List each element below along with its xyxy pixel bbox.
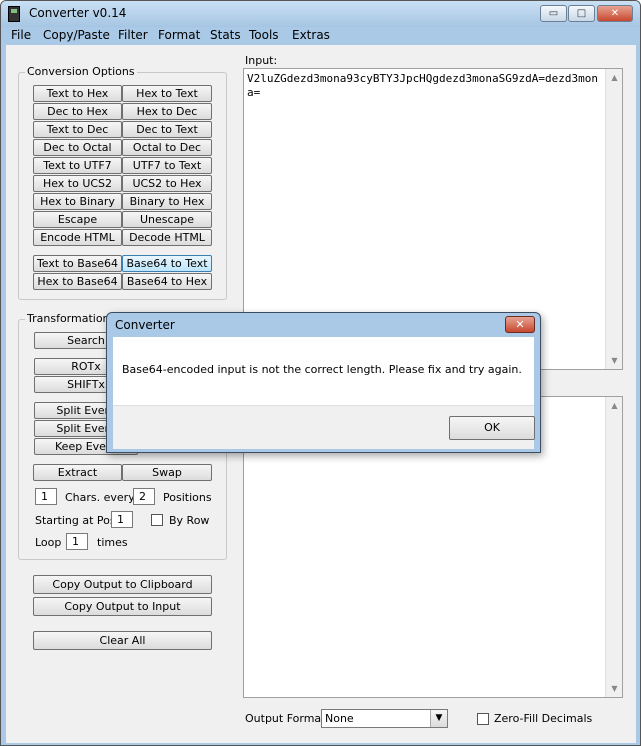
- menu-extras[interactable]: Extras: [292, 28, 330, 42]
- hex-to-text-button[interactable]: Hex to Text: [122, 85, 212, 102]
- dialog-title: Converter: [115, 318, 175, 332]
- by-row-label: By Row: [169, 514, 210, 527]
- scroll-up-icon[interactable]: ▲: [606, 69, 623, 86]
- base64-to-text-button[interactable]: Base64 to Text: [122, 255, 212, 272]
- base64-to-hex-button[interactable]: Base64 to Hex: [122, 273, 212, 290]
- conversion-options-legend: Conversion Options: [25, 65, 137, 78]
- title-bar: Converter v0.14 ▭ □ ✕: [1, 1, 640, 27]
- decode-html-button[interactable]: Decode HTML: [122, 229, 212, 246]
- output-format-select[interactable]: None ▼: [321, 709, 448, 728]
- scroll-down-icon[interactable]: ▼: [606, 352, 623, 369]
- menu-tools[interactable]: Tools: [249, 28, 279, 42]
- loop-count-input[interactable]: 1: [66, 533, 88, 550]
- maximize-button[interactable]: □: [568, 5, 595, 22]
- hex-to-dec-button[interactable]: Hex to Dec: [122, 103, 212, 120]
- chevron-down-icon[interactable]: ▼: [430, 710, 447, 727]
- dialog-footer: OK: [113, 405, 535, 449]
- hex-to-ucs2-button[interactable]: Hex to UCS2: [33, 175, 122, 192]
- times-label: times: [97, 536, 128, 549]
- ok-button[interactable]: OK: [449, 416, 535, 440]
- dialog-close-button[interactable]: ✕: [505, 316, 535, 333]
- positions-input[interactable]: 2: [133, 488, 155, 505]
- encode-html-button[interactable]: Encode HTML: [33, 229, 122, 246]
- dec-to-octal-button[interactable]: Dec to Octal: [33, 139, 122, 156]
- zero-fill-checkbox[interactable]: [477, 713, 489, 725]
- converter-window: Converter v0.14 ▭ □ ✕ File Copy/Paste Fi…: [0, 0, 641, 746]
- menu-copy-paste[interactable]: Copy/Paste: [43, 28, 110, 42]
- text-to-hex-button[interactable]: Text to Hex: [33, 85, 122, 102]
- by-row-checkbox[interactable]: [151, 514, 163, 526]
- input-scrollbar[interactable]: ▲ ▼: [605, 69, 622, 369]
- extract-button[interactable]: Extract: [33, 464, 122, 481]
- unescape-button[interactable]: Unescape: [122, 211, 212, 228]
- minimize-button[interactable]: ▭: [540, 5, 567, 22]
- output-format-value: None: [325, 712, 354, 725]
- app-icon: [8, 6, 20, 22]
- ucs2-to-hex-button[interactable]: UCS2 to Hex: [122, 175, 212, 192]
- text-to-base64-button[interactable]: Text to Base64: [33, 255, 122, 272]
- close-button[interactable]: ✕: [597, 5, 633, 22]
- dec-to-hex-button[interactable]: Dec to Hex: [33, 103, 122, 120]
- text-to-utf7-button[interactable]: Text to UTF7: [33, 157, 122, 174]
- chars-every-label: Chars. every: [65, 491, 135, 504]
- menu-stats[interactable]: Stats: [210, 28, 241, 42]
- window-title: Converter v0.14: [29, 6, 127, 20]
- swap-button[interactable]: Swap: [122, 464, 212, 481]
- starting-pos-input[interactable]: 1: [111, 511, 133, 528]
- starting-pos-label: Starting at Pos.: [35, 514, 120, 527]
- dialog-body: Base64-encoded input is not the correct …: [113, 337, 535, 449]
- copy-output-clipboard-button[interactable]: Copy Output to Clipboard: [33, 575, 212, 594]
- dialog-message: Base64-encoded input is not the correct …: [122, 363, 522, 376]
- chars-count-input[interactable]: 1: [35, 488, 57, 505]
- menu-filter[interactable]: Filter: [118, 28, 148, 42]
- output-scrollbar[interactable]: ▲ ▼: [605, 397, 622, 697]
- binary-to-hex-button[interactable]: Binary to Hex: [122, 193, 212, 210]
- menu-bar: File Copy/Paste Filter Format Stats Tool…: [5, 27, 636, 45]
- copy-output-input-button[interactable]: Copy Output to Input: [33, 597, 212, 616]
- positions-label: Positions: [163, 491, 212, 504]
- text-to-dec-button[interactable]: Text to Dec: [33, 121, 122, 138]
- menu-file[interactable]: File: [11, 28, 31, 42]
- zero-fill-label: Zero-Fill Decimals: [494, 712, 593, 725]
- clear-all-button[interactable]: Clear All: [33, 631, 212, 650]
- scroll-down-icon[interactable]: ▼: [606, 680, 623, 697]
- hex-to-binary-button[interactable]: Hex to Binary: [33, 193, 122, 210]
- input-label: Input:: [245, 54, 278, 67]
- octal-to-dec-button[interactable]: Octal to Dec: [122, 139, 212, 156]
- input-text: V2luZGdezd3mona93cyBTY3JpcHQgdezd3monaSG…: [247, 72, 598, 99]
- dec-to-text-button[interactable]: Dec to Text: [122, 121, 212, 138]
- loop-label: Loop: [35, 536, 62, 549]
- scroll-up-icon[interactable]: ▲: [606, 397, 623, 414]
- hex-to-base64-button[interactable]: Hex to Base64: [33, 273, 122, 290]
- escape-button[interactable]: Escape: [33, 211, 122, 228]
- utf7-to-text-button[interactable]: UTF7 to Text: [122, 157, 212, 174]
- menu-format[interactable]: Format: [158, 28, 200, 42]
- output-format-label: Output Format:: [245, 712, 330, 725]
- error-dialog: Converter ✕ Base64-encoded input is not …: [106, 312, 541, 453]
